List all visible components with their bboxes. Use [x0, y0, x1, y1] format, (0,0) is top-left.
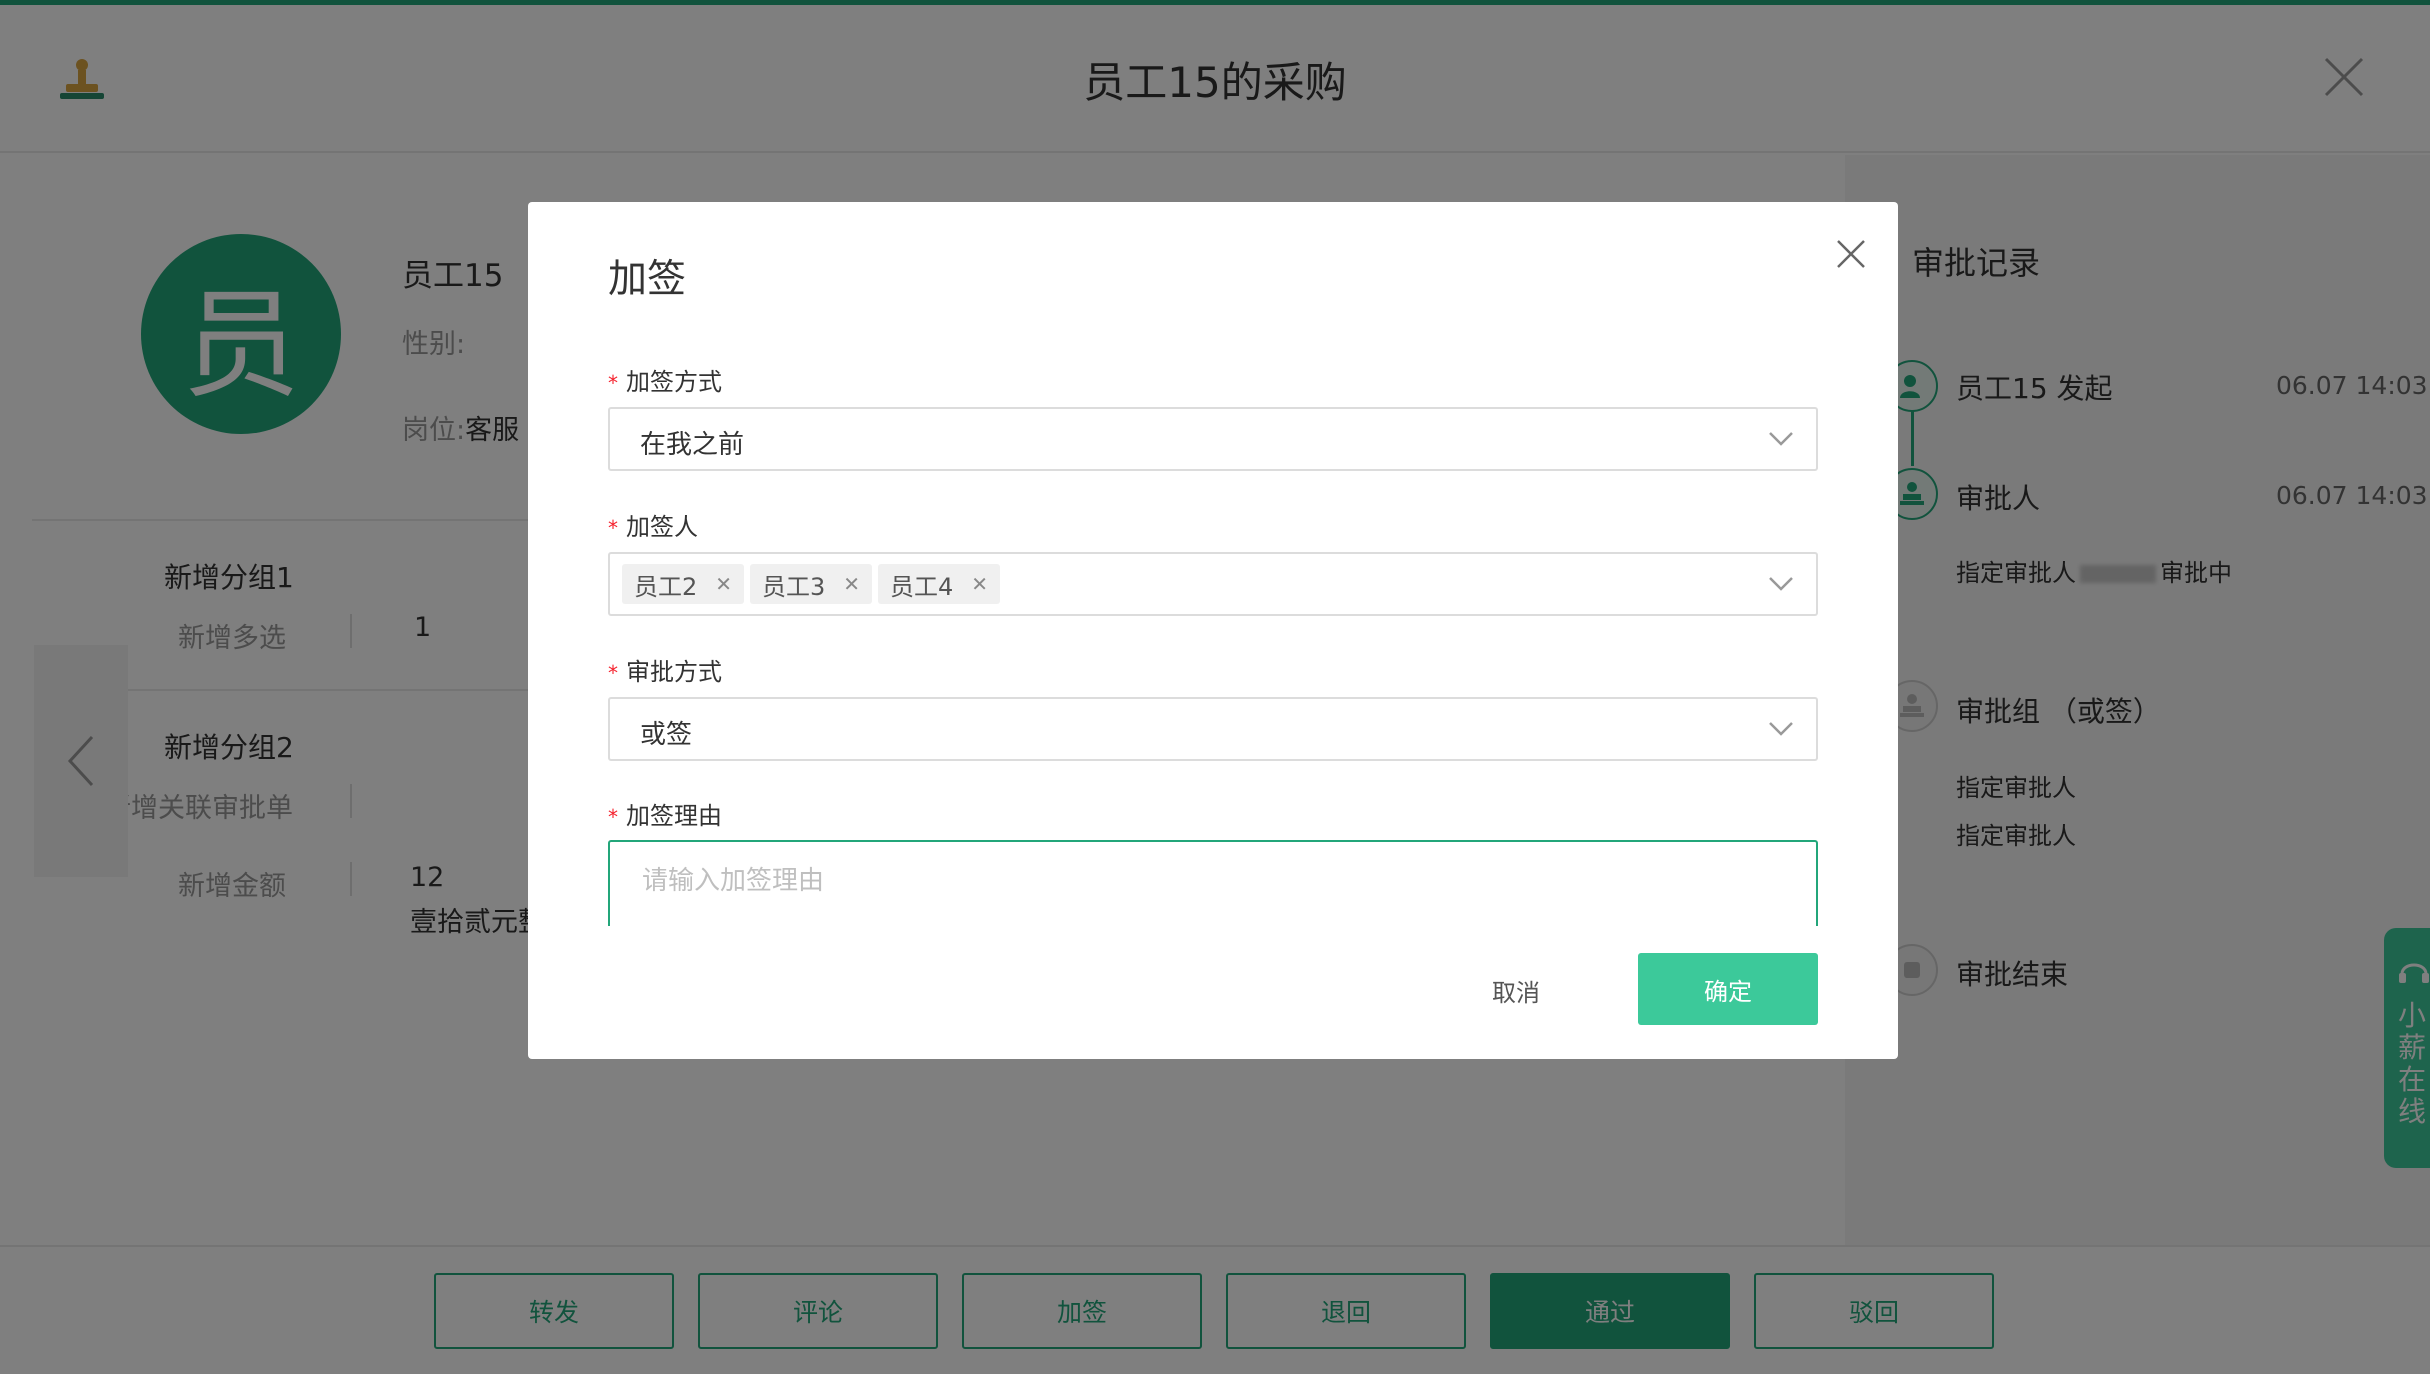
- signer-tag: 员工3 ✕: [750, 564, 873, 604]
- reason-label-text: 加签理由: [626, 802, 722, 830]
- chevron-down-icon: [1769, 432, 1793, 446]
- method-select[interactable]: 在我之前: [608, 407, 1818, 471]
- signer-select[interactable]: 员工2 ✕ 员工3 ✕ 员工4 ✕: [608, 552, 1818, 616]
- add-signer-dialog: 加签 * 加签方式 在我之前 * 加签人 员工2 ✕ 员工3 ✕ 员工4 ✕ * 审批方式 …: [528, 202, 1898, 1059]
- signer-tag-label: 员工3: [762, 572, 826, 601]
- required-mark: *: [608, 661, 618, 685]
- approve-method-label-text: 审批方式: [626, 658, 722, 686]
- approve-method-value: 或签: [640, 720, 693, 750]
- method-label-text: 加签方式: [626, 368, 722, 396]
- signer-tag: 员工2 ✕: [622, 564, 745, 604]
- signer-tag-label: 员工4: [890, 572, 954, 601]
- reason-placeholder: 请输入加签理由: [642, 866, 825, 896]
- approve-method-label: * 审批方式: [608, 652, 722, 687]
- signer-label-text: 加签人: [626, 513, 698, 541]
- required-mark: *: [608, 516, 618, 540]
- dialog-title: 加签: [608, 257, 687, 302]
- signer-tag: 员工4 ✕: [878, 564, 1001, 604]
- remove-tag-icon[interactable]: ✕: [843, 572, 860, 596]
- cancel-button[interactable]: 取消: [1456, 954, 1576, 1026]
- required-mark: *: [608, 371, 618, 395]
- chevron-down-icon: [1769, 577, 1793, 591]
- method-label: * 加签方式: [608, 362, 722, 397]
- reason-textarea[interactable]: 请输入加签理由: [608, 840, 1818, 926]
- method-value: 在我之前: [640, 430, 745, 460]
- required-mark: *: [608, 805, 618, 829]
- confirm-button[interactable]: 确定: [1638, 953, 1818, 1025]
- approve-method-select[interactable]: 或签: [608, 697, 1818, 761]
- signer-tag-label: 员工2: [634, 572, 698, 601]
- close-icon[interactable]: [1834, 237, 1868, 271]
- chevron-down-icon: [1769, 722, 1793, 736]
- remove-tag-icon[interactable]: ✕: [715, 572, 732, 596]
- remove-tag-icon[interactable]: ✕: [971, 572, 988, 596]
- reason-label: * 加签理由: [608, 796, 722, 831]
- signer-label: * 加签人: [608, 507, 698, 542]
